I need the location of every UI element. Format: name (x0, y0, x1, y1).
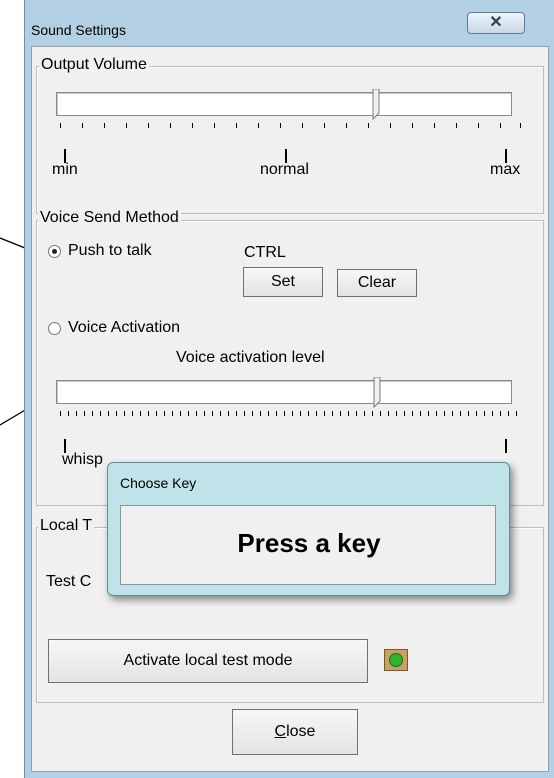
whisper-label: whisp (62, 451, 103, 468)
choose-key-popup: Choose Key Press a key (107, 462, 510, 596)
push-to-talk-option[interactable]: Push to talk (48, 242, 228, 262)
loud-marker (505, 439, 507, 453)
set-button-label: Set (270, 273, 295, 290)
output-volume-ticks (60, 123, 521, 131)
activate-local-test-label: Activate local test mode (123, 652, 293, 669)
push-to-talk-radio[interactable] (48, 245, 61, 258)
close-button-mnemonic: C (274, 723, 287, 740)
output-volume-group (36, 66, 544, 214)
sound-settings-window: Sound Settings ✕ Output Volume min norma… (24, 0, 554, 778)
push-to-talk-label: Push to talk (68, 242, 152, 259)
choose-key-title: Choose Key (120, 475, 197, 491)
close-button-label-rest: lose (286, 723, 316, 740)
window-close-button[interactable]: ✕ (467, 12, 525, 34)
voice-activation-ticks (60, 411, 520, 419)
voice-activation-slider-thumb[interactable] (373, 376, 381, 409)
choose-key-content[interactable]: Press a key (120, 505, 496, 585)
local-test-indicator-icon (384, 649, 408, 671)
output-volume-legend: Output Volume (39, 56, 149, 74)
activate-local-test-button[interactable]: Activate local test mode (48, 639, 368, 683)
output-volume-slider-track[interactable] (56, 92, 512, 116)
hotkey-display: CTRL (244, 244, 286, 261)
local-test-legend: Local T (38, 517, 95, 535)
voice-activation-level-label: Voice activation level (176, 349, 325, 366)
output-volume-slider-thumb[interactable] (372, 88, 380, 121)
voice-activation-label: Voice Activation (68, 319, 181, 336)
close-icon: ✕ (489, 14, 503, 31)
max-label: max (490, 161, 521, 178)
voice-activation-radio[interactable] (48, 322, 61, 335)
voice-send-method-legend: Voice Send Method (38, 209, 181, 227)
voice-activation-slider-track[interactable] (56, 380, 512, 404)
clear-hotkey-button[interactable]: Clear (337, 269, 417, 297)
dialog-client-area: Output Volume min normal max Voice Send … (31, 46, 549, 772)
normal-label: normal (260, 161, 309, 178)
set-hotkey-button[interactable]: Set (243, 267, 323, 297)
clear-button-label: Clear (357, 274, 397, 291)
press-a-key-message: Press a key (237, 528, 381, 558)
min-label: min (52, 161, 78, 178)
close-dialog-button[interactable]: Close (232, 709, 358, 755)
window-title: Sound Settings (31, 22, 126, 38)
voice-activation-option[interactable]: Voice Activation (48, 319, 248, 339)
test-controls-label: Test C (46, 573, 92, 590)
